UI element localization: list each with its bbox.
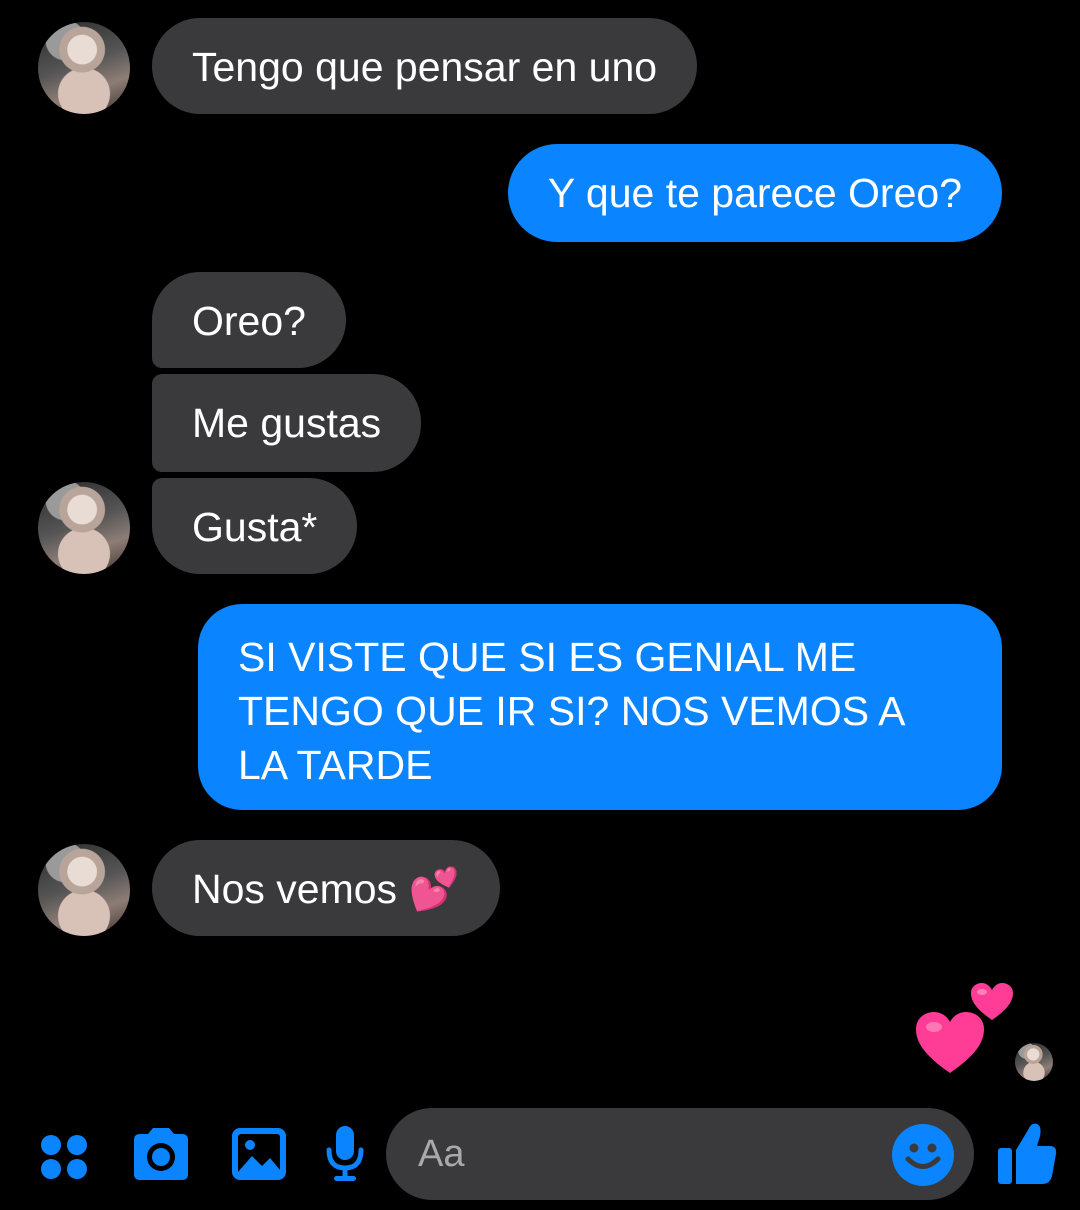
- message-text-line: LA TARDE: [238, 742, 433, 788]
- message-text: Y que te parece Oreo?: [547, 170, 962, 216]
- message-bubble-incoming[interactable]: Gusta*: [152, 478, 358, 574]
- message-input-container[interactable]: [386, 1108, 974, 1200]
- image-icon[interactable]: [230, 1126, 288, 1182]
- message-bubble-incoming[interactable]: Oreo?: [152, 272, 346, 368]
- message-text: Oreo?: [192, 298, 306, 344]
- camera-icon[interactable]: [130, 1126, 192, 1182]
- contact-avatar[interactable]: [38, 22, 130, 114]
- message-bubble-incoming[interactable]: Tengo que pensar en uno: [152, 18, 698, 114]
- message-bubble-incoming[interactable]: Me gustas: [152, 374, 422, 472]
- emoji-button[interactable]: [892, 1124, 954, 1186]
- contact-avatar[interactable]: [38, 844, 130, 936]
- message-text: Gusta*: [192, 504, 318, 550]
- two-hearts-emoji: 💕: [408, 865, 460, 913]
- message-input[interactable]: Aa: [418, 1130, 464, 1178]
- smiley-icon: [905, 1143, 941, 1169]
- message-text-line: TENGO QUE IR SI? NOS VEMOS A: [238, 688, 906, 734]
- message-text-line: SI VISTE QUE SI ES GENIAL ME: [238, 634, 857, 680]
- message-bubble-outgoing[interactable]: SI VISTE QUE SI ES GENIAL ME TENGO QUE I…: [198, 604, 1002, 810]
- microphone-icon[interactable]: [324, 1124, 366, 1184]
- message-text: Tengo que pensar en uno: [192, 44, 658, 90]
- apps-grid-icon[interactable]: [40, 1134, 88, 1180]
- message-text: Nos vemos: [192, 866, 398, 912]
- message-bubble-outgoing[interactable]: Y que te parece Oreo?: [507, 144, 1002, 242]
- large-heart-icon: [916, 1012, 984, 1073]
- seen-receipt-avatar: [1015, 1043, 1053, 1081]
- message-text: Me gustas: [192, 400, 382, 446]
- thumbs-up-icon[interactable]: [996, 1120, 1058, 1186]
- message-bubble-incoming[interactable]: Nos vemos 💕: [152, 840, 500, 936]
- contact-avatar[interactable]: [38, 482, 130, 574]
